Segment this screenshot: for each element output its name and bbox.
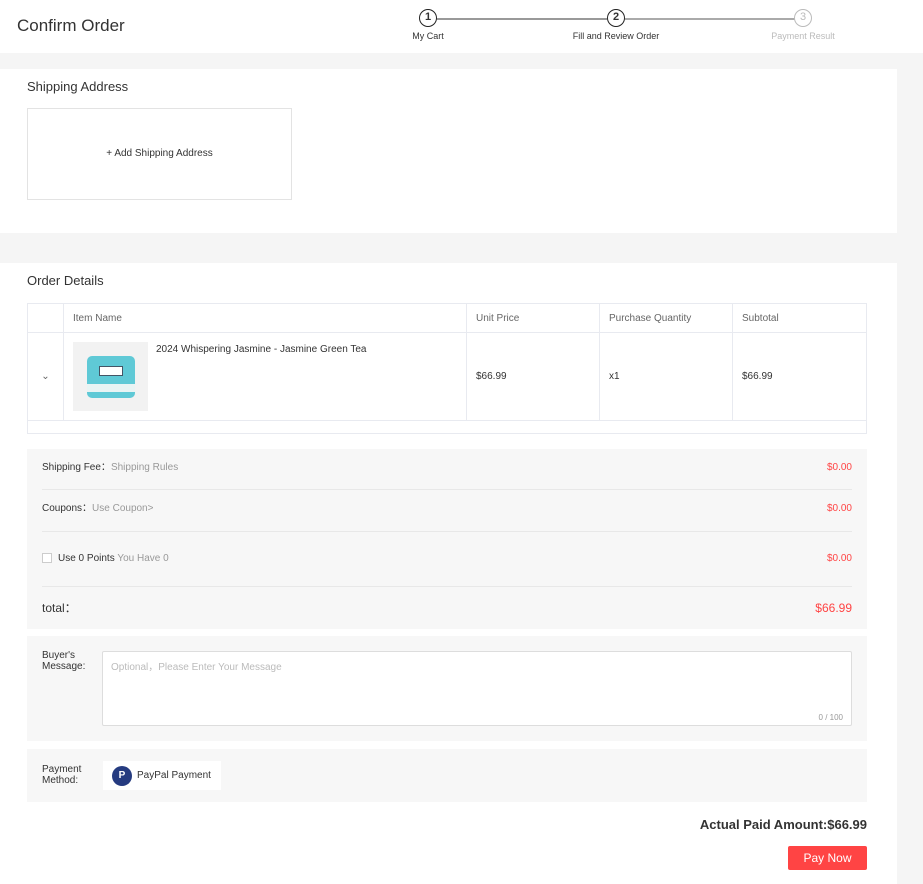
payment-method-name: PayPal Payment (137, 770, 211, 781)
order-details-section: Order Details Item Name Unit Price Purch… (0, 263, 897, 884)
step-label: My Cart (412, 31, 444, 41)
label-line: Message: (42, 661, 86, 672)
page-title: Confirm Order (17, 16, 125, 35)
step-number: 2 (607, 9, 625, 27)
quantity: x1 (599, 332, 733, 421)
table-row: ⌄ 2024 Whispering Jasmine - Jasmine Gree… (27, 332, 867, 421)
coupons-row: Coupons：Use Coupon> $0.00 (42, 490, 852, 532)
paypal-icon: P (112, 765, 132, 786)
character-counter: 0 / 100 (818, 713, 843, 722)
column-header: Item Name (63, 303, 467, 333)
step-fill-review: 2 Fill and Review Order (556, 9, 676, 41)
total-row: total： $66.99 (42, 587, 852, 629)
paypal-payment-option[interactable]: P PayPal Payment (103, 761, 221, 790)
item-cell: 2024 Whispering Jasmine - Jasmine Green … (63, 332, 467, 421)
shipping-fee-label: Shipping Fee： (42, 462, 111, 473)
payment-method-label: Payment Method: (42, 764, 81, 786)
coupons-value: $0.00 (826, 503, 852, 514)
points-available: You Have 0 (117, 553, 169, 564)
actual-paid-amount: Actual Paid Amount:$66.99 (699, 817, 867, 832)
total-label: total： (42, 601, 77, 615)
buyers-message-section: Buyer's Message: Optional，Please Enter Yo… (27, 636, 867, 741)
unit-price: $66.99 (466, 332, 600, 421)
shipping-fee-value: $0.00 (826, 462, 852, 473)
order-table: Item Name Unit Price Purchase Quantity S… (27, 303, 867, 434)
points-checkbox[interactable] (42, 553, 52, 564)
section-title: Order Details (27, 273, 104, 288)
pay-now-button[interactable]: Pay Now (788, 846, 867, 870)
shipping-rules-link[interactable]: Shipping Rules (111, 462, 178, 473)
table-footer (27, 420, 867, 434)
shipping-fee-row: Shipping Fee：Shipping Rules $0.00 (42, 449, 852, 490)
label-line: Method: (42, 775, 79, 786)
buyers-message-label: Buyer's Message: (42, 650, 85, 672)
step-label: Payment Result (771, 31, 835, 41)
step-number: 1 (419, 9, 437, 27)
step-label: Fill and Review Order (572, 31, 660, 41)
step-my-cart: 1 My Cart (368, 9, 488, 41)
add-shipping-address-button[interactable]: + Add Shipping Address (27, 108, 292, 200)
step-number: 3 (794, 9, 812, 27)
points-label: Use 0 Points (58, 553, 115, 564)
section-title: Shipping Address (27, 79, 129, 94)
message-placeholder: Optional，Please Enter Your Message (111, 662, 282, 673)
label-line: Buyer's (42, 650, 76, 661)
expand-column (27, 303, 64, 333)
shipping-address-section: Shipping Address + Add Shipping Address (0, 69, 897, 233)
column-header: Unit Price (466, 303, 600, 333)
payment-method-section: Payment Method: P PayPal Payment (27, 749, 867, 802)
subtotal: $66.99 (732, 332, 867, 421)
header: Confirm Order 1 My Cart 2 Fill and Review … (0, 0, 923, 53)
column-header: Purchase Quantity (599, 303, 733, 333)
item-name[interactable]: 2024 Whispering Jasmine - Jasmine Green … (156, 344, 366, 355)
step-payment-result: 3 Payment Result (743, 9, 863, 41)
chevron-down-icon[interactable]: ⌄ (27, 332, 64, 421)
buyers-message-input[interactable]: Optional，Please Enter Your Message 0 / 1… (102, 651, 852, 726)
points-value: $0.00 (826, 553, 852, 564)
total-value: $66.99 (815, 601, 852, 615)
order-summary: Shipping Fee：Shipping Rules $0.00 Coupon… (27, 449, 867, 629)
points-row: Use 0 Points You Have 0 $0.00 (42, 532, 852, 587)
column-header: Subtotal (732, 303, 867, 333)
coupons-label: Coupons： (42, 503, 93, 514)
product-image (73, 342, 148, 411)
use-coupon-link[interactable]: Use Coupon> (92, 503, 153, 514)
label-line: Payment (42, 764, 82, 775)
